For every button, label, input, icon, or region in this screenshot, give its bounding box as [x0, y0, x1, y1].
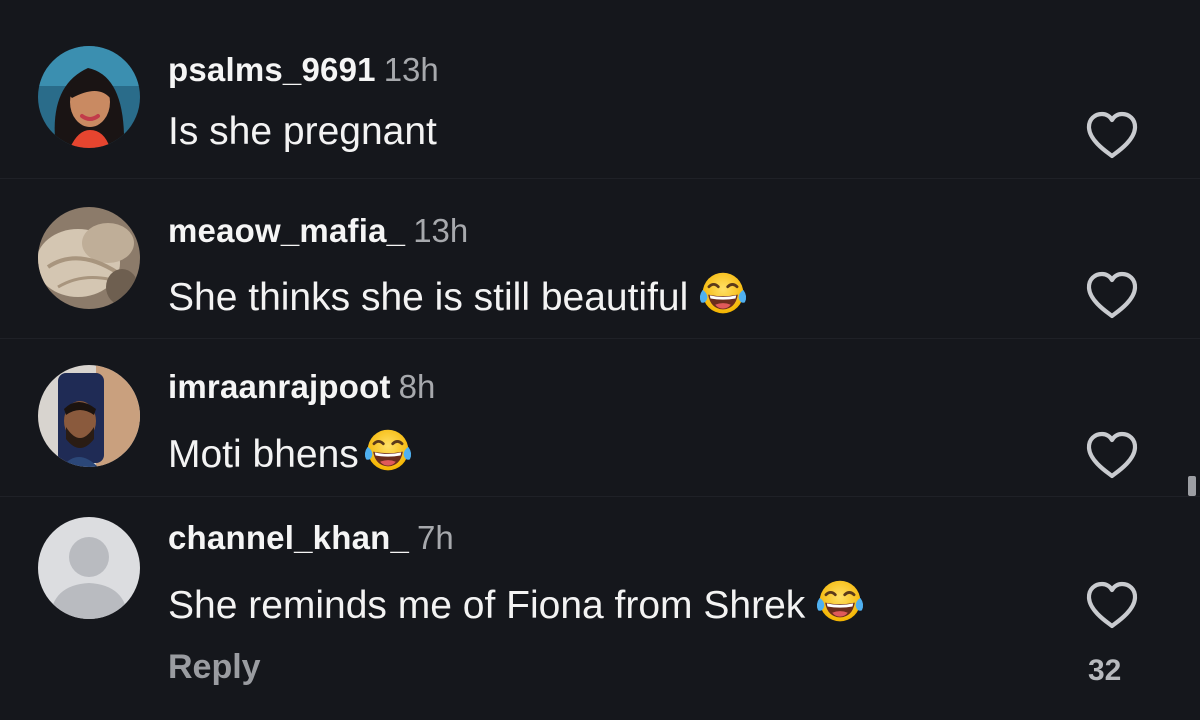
avatar[interactable] — [38, 46, 140, 148]
heart-outline-icon — [1084, 270, 1140, 320]
heart-outline-icon — [1084, 430, 1140, 480]
comment-text: Moti bhens — [168, 425, 413, 479]
comment-username[interactable]: meaow_mafia_ — [168, 212, 405, 249]
like-count: 32 — [1088, 654, 1122, 687]
avatar[interactable] — [38, 517, 140, 619]
divider — [0, 338, 1200, 339]
avatar[interactable] — [38, 365, 140, 467]
heart-outline-icon — [1084, 580, 1140, 630]
comment-body: Is she pregnant — [168, 110, 437, 153]
like-button[interactable] — [1084, 270, 1140, 320]
divider — [0, 178, 1200, 179]
comment-username[interactable]: psalms_9691 — [168, 51, 376, 88]
comment-meta: imraanrajpoot 8h — [168, 367, 435, 407]
divider — [0, 496, 1200, 497]
comment-username[interactable]: imraanrajpoot — [168, 368, 391, 405]
default-avatar-icon — [38, 517, 140, 619]
comment-time: 13h — [383, 51, 439, 88]
comment-username[interactable]: channel_khan_ — [168, 519, 409, 556]
comment-meta: psalms_9691 13h — [168, 50, 439, 90]
comment-body: She thinks she is still beautiful — [168, 276, 689, 319]
comment-meta: channel_khan_ 7h — [168, 518, 454, 558]
heart-outline-icon — [1084, 110, 1140, 160]
comment-time: 8h — [398, 368, 436, 405]
face-with-tears-of-joy-icon — [698, 268, 748, 318]
comment-text: Is she pregnant — [168, 108, 437, 156]
comment-text: She thinks she is still beautiful — [168, 268, 748, 322]
avatar[interactable] — [38, 207, 140, 309]
face-with-tears-of-joy-icon — [815, 576, 865, 626]
scrollbar[interactable] — [1188, 476, 1196, 496]
comment-text: She reminds me of Fiona from Shrek — [168, 576, 865, 630]
reply-button[interactable]: Reply — [168, 648, 261, 687]
comment-body: Moti bhens — [168, 433, 359, 476]
like-button[interactable] — [1084, 580, 1140, 630]
like-button[interactable] — [1084, 430, 1140, 480]
face-with-tears-of-joy-icon — [363, 425, 413, 475]
comment-meta: meaow_mafia_ 13h — [168, 211, 468, 251]
comment-time: 7h — [417, 519, 454, 556]
comment-body: She reminds me of Fiona from Shrek — [168, 584, 806, 627]
comment-time: 13h — [413, 212, 469, 249]
like-button[interactable] — [1084, 110, 1140, 160]
